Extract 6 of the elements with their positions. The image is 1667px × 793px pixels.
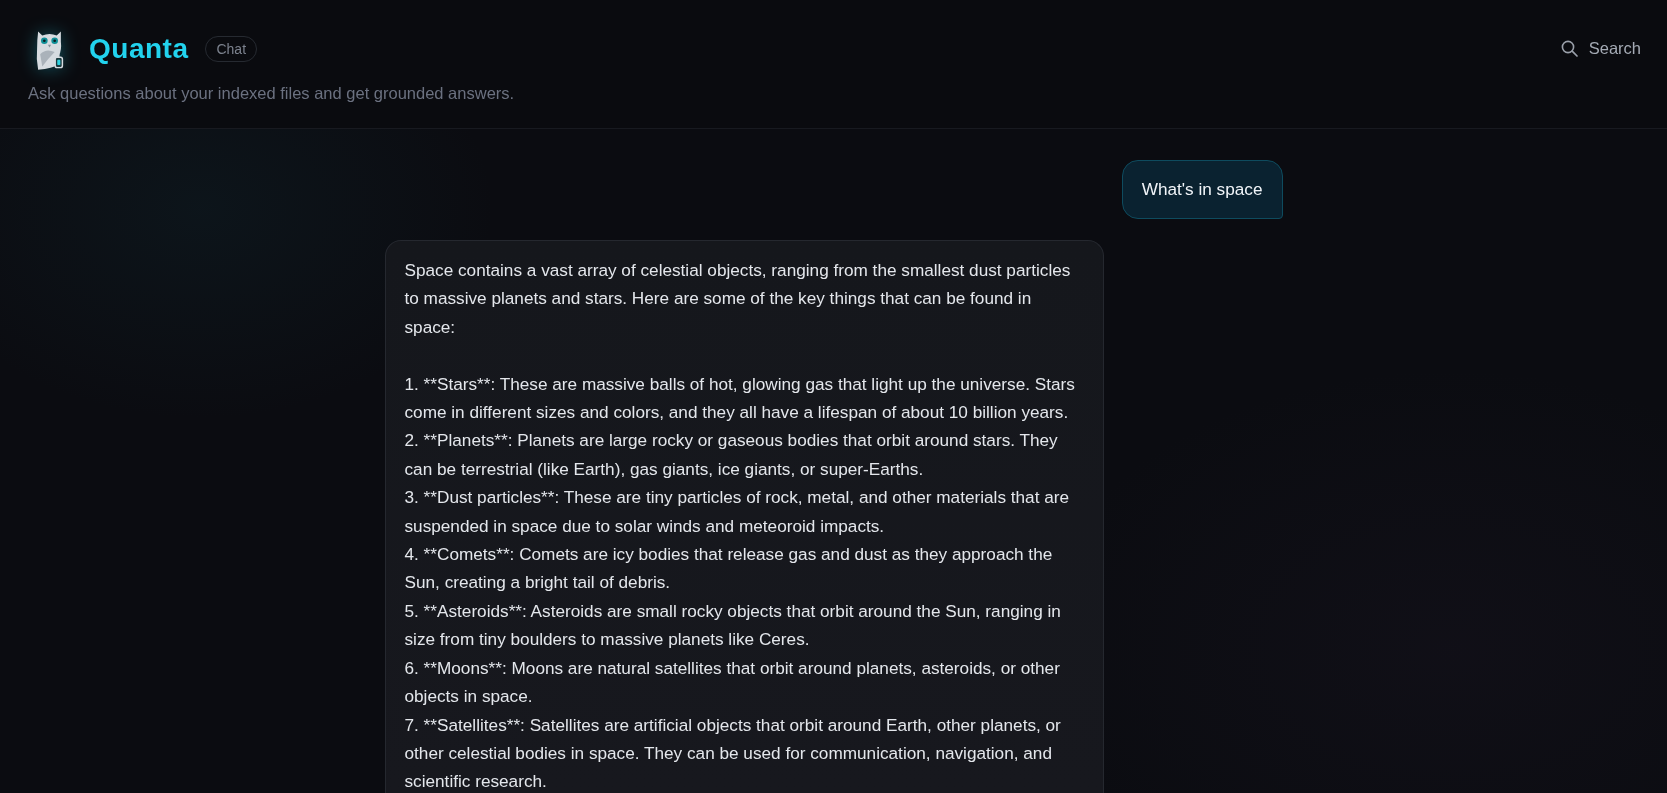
subtitle-text: Ask questions about your indexed files and get grounded answers. — [28, 84, 515, 103]
user-message: What's in space — [1121, 160, 1283, 219]
app-name: Quanta — [89, 33, 189, 65]
search-button[interactable]: Search — [1560, 38, 1641, 58]
search-icon — [1560, 39, 1578, 57]
assistant-message: Space contains a vast array of celestial objects, ranging from the smallest dust particles to massive planets and stars. Here are some of the key things that can be found in space: 1. **Stars**: These are massive balls of hot, glowing gas that light up the universe. Stars come in different sizes and colors, and they all have a lifespan of about 10 billion years. 2. **Planets**: Planets are large rocky or gaseous bodies that orbit around stars. They can be terrestrial (like Earth), gas giants, ice giants, or super-Earths. 3. **Dust particles**: These are tiny particles of rock, metal, and other materials that are suspended in space due to solar winds and meteoroid impacts. 4. **Comets**: Comets are icy bodies that release gas and dust as they approach the Sun, creating a bright tail of debris. 5. **Asteroids**: Asteroids are small rocky objects that orbit around the Sun, ranging in size from tiny boulders to massive planets like Ceres. 6. **Moons**: Moons are natural satellites that orbit around planets, asteroids, or other objects in space. 7. **Satellites**: Satellites are artificial objects that orbit around Earth, other planets, or other celestial bodies in space. They can be used for communication, navigation, and scientific research. — [384, 240, 1104, 793]
